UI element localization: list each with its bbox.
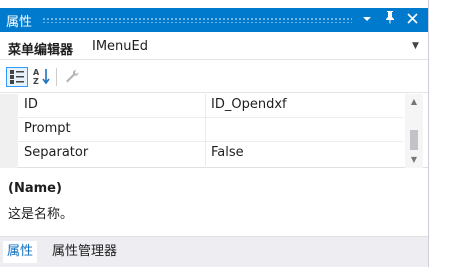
property-row[interactable]: ID ID_Opendxf [18,94,403,118]
vertical-scrollbar[interactable]: ▲ ▼ [405,94,423,168]
scroll-up-icon[interactable]: ▲ [405,96,423,108]
description-pane: (Name) 这是名称。 [0,169,428,236]
svg-text:A: A [33,68,40,77]
tab-properties[interactable]: 属性 [3,241,38,263]
toolbar: A Z [0,61,428,93]
close-icon[interactable] [402,8,422,32]
property-row[interactable]: Separator False [18,142,403,166]
drag-grip[interactable] [42,17,352,23]
categorized-icon[interactable] [6,67,28,87]
property-value[interactable]: ID_Opendxf [211,97,287,112]
property-name: ID [24,97,38,112]
toolbar-separator [56,68,57,86]
svg-text:Z: Z [33,77,39,85]
column-divider [205,142,206,166]
chevron-down-icon[interactable]: ▼ [412,41,419,51]
column-divider [205,118,206,142]
property-row[interactable]: Prompt [18,118,403,142]
property-pages-wrench-icon[interactable] [62,67,84,87]
grid-gutter [0,94,18,168]
description-text: 这是名称。 [8,207,74,222]
property-name: Separator [24,145,89,160]
property-name: Prompt [24,121,71,136]
tab-property-manager[interactable]: 属性管理器 [48,241,121,263]
bottom-tab-strip: 属性 属性管理器 [0,236,428,267]
property-grid: ID ID_Opendxf Prompt Separator False ▲ ▼ [0,94,428,168]
title-bar[interactable]: 属性 [0,8,428,32]
window-title: 属性 [6,15,33,30]
object-selector[interactable]: 菜单编辑器 IMenuEd ▼ [0,34,428,60]
adjacent-panel-edge [428,0,454,267]
window-position-dropdown-icon[interactable] [357,8,377,32]
property-value[interactable]: False [211,145,244,160]
scroll-down-icon[interactable]: ▼ [405,154,423,166]
description-title: (Name) [8,181,62,196]
column-divider [205,94,206,118]
properties-window: 属性 菜单编辑器 IMenuEd ▼ A Z ID ID_Opendxf Pro… [0,0,454,267]
scroll-thumb[interactable] [410,130,418,150]
auto-hide-pin-icon[interactable] [380,8,400,32]
alphabetical-sort-icon[interactable]: A Z [31,67,53,87]
properties-panel: 属性 菜单编辑器 IMenuEd ▼ A Z ID ID_Opendxf Pro… [0,0,428,267]
object-name: 菜单编辑器 [8,43,74,58]
object-type: IMenuEd [92,39,148,54]
